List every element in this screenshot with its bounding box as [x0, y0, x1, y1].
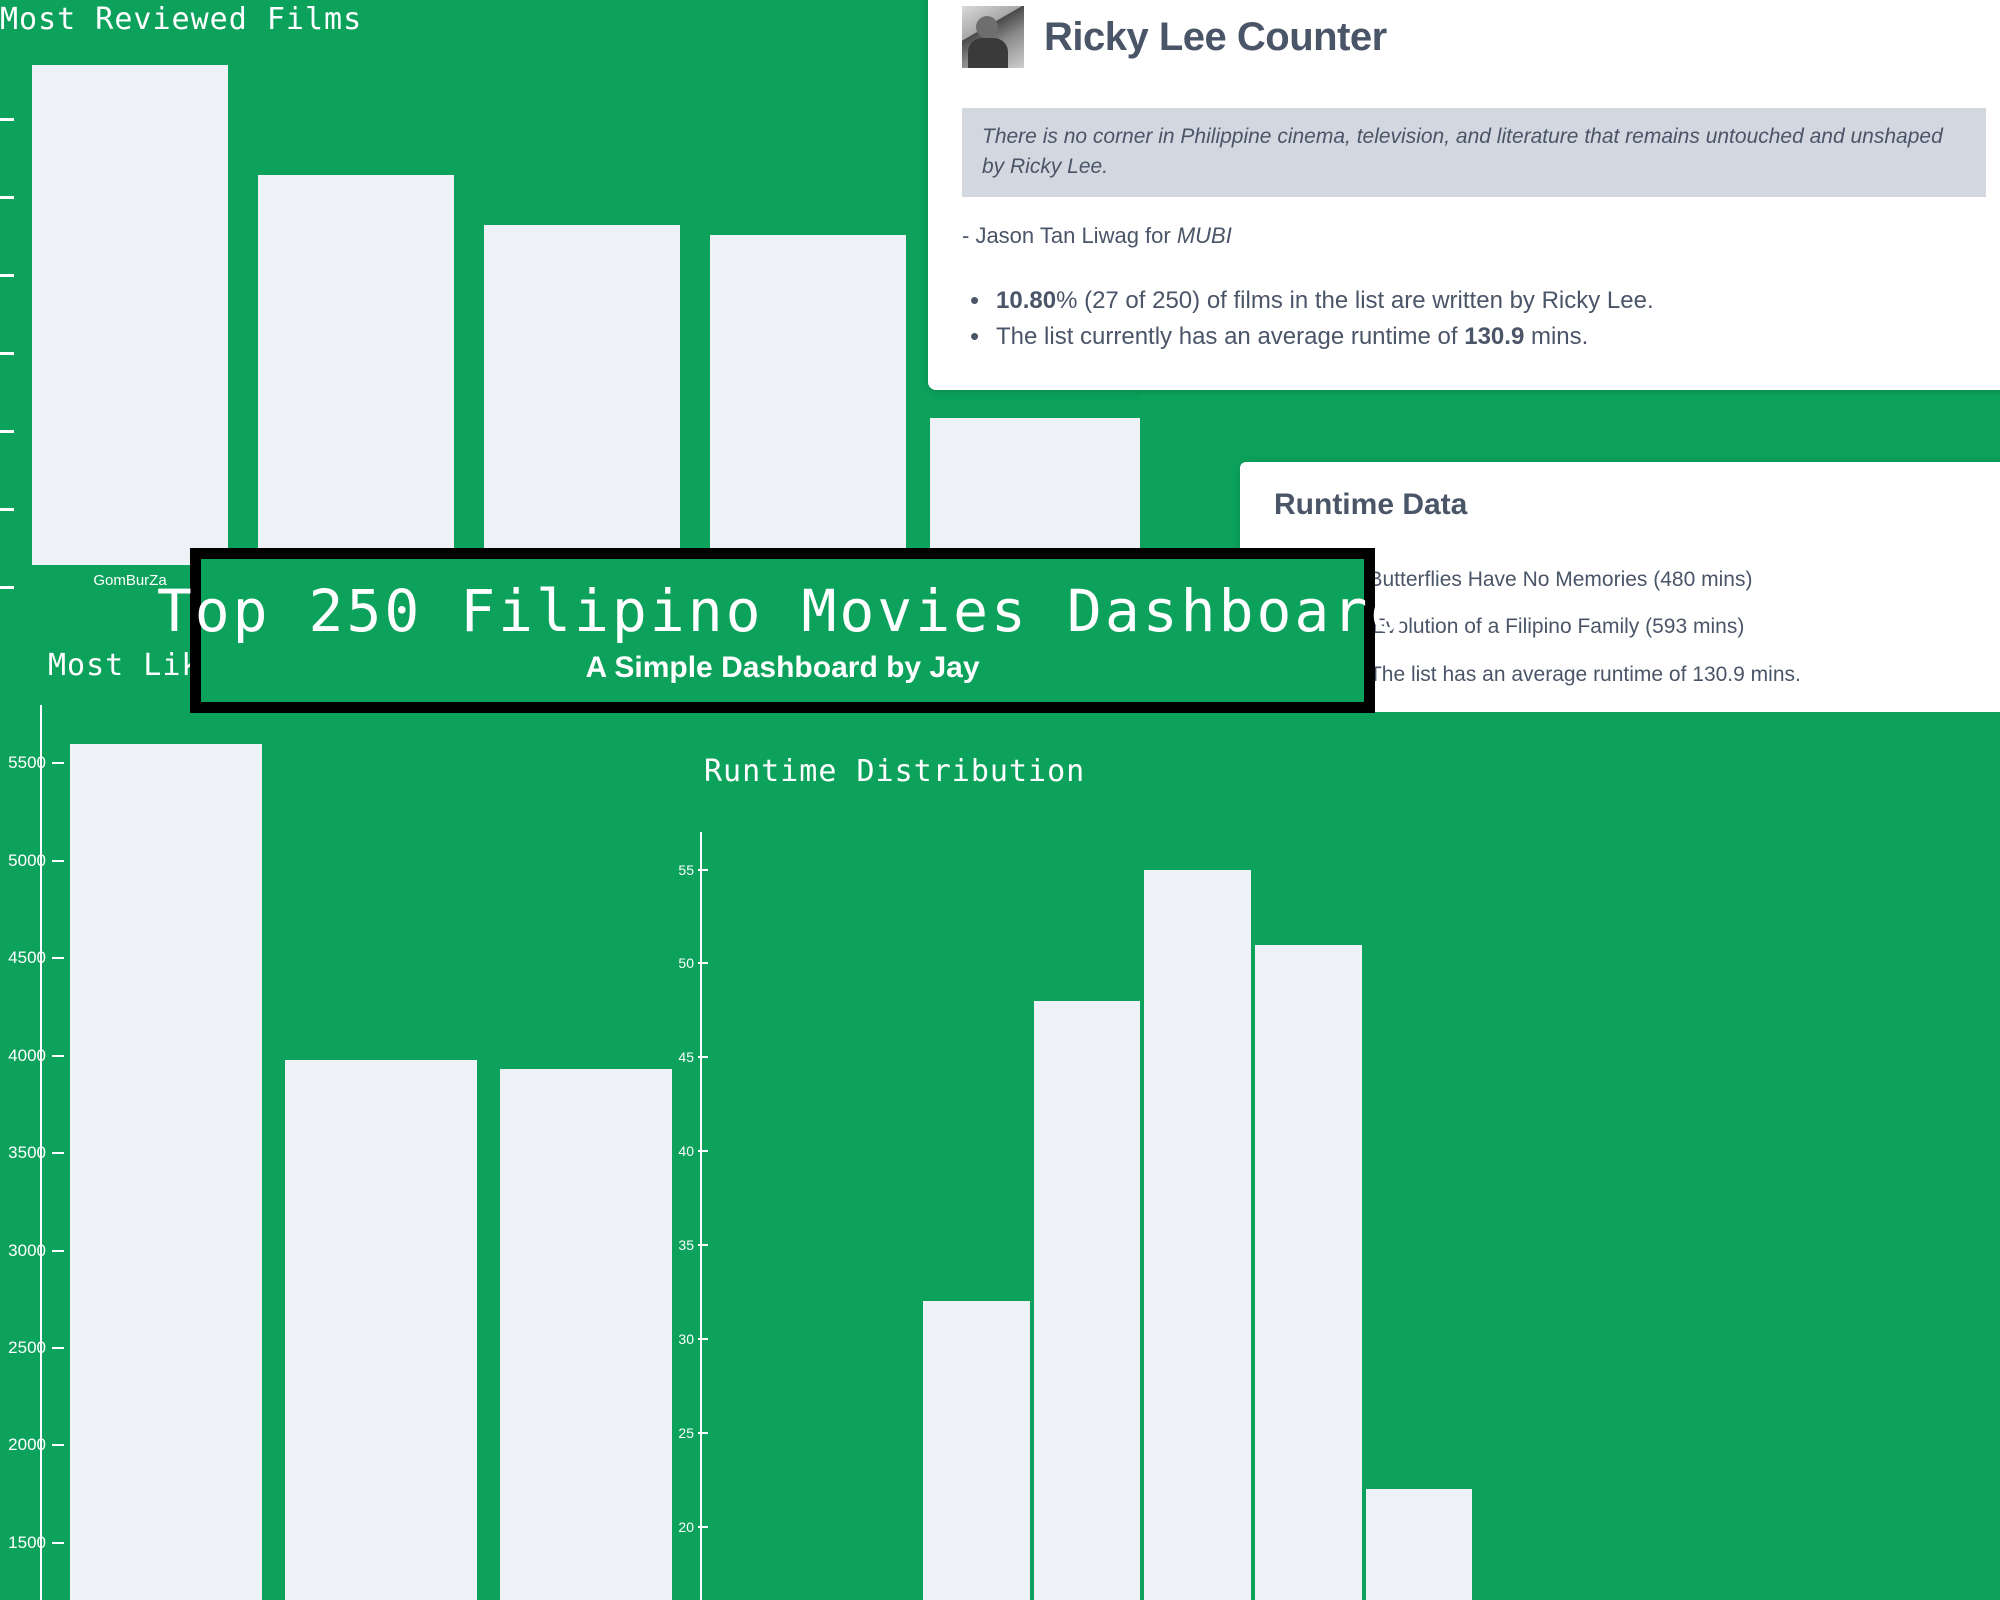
- bar: [484, 225, 680, 565]
- y-axis-line: [700, 832, 702, 1600]
- y-tick: [0, 274, 14, 277]
- runtime-item-2-value: The list has an average runtime of 130.9…: [1368, 662, 1801, 686]
- bar: [923, 1301, 1030, 1600]
- most-reviewed-overflow-bar: [930, 418, 1140, 566]
- y-axis-label: 55: [678, 861, 694, 878]
- ricky-lee-attribution: - Jason Tan Liwag for MUBI: [962, 223, 1986, 249]
- ricky-lee-bullet-list: 10.80% (27 of 250) of films in the list …: [962, 281, 1986, 356]
- y-axis-label: 4500: [8, 948, 46, 968]
- y-tick: [52, 1444, 64, 1447]
- runtime-distribution-plot-area: [700, 832, 1972, 1600]
- y-tick: [52, 957, 64, 960]
- y-tick: [0, 508, 14, 511]
- y-tick: [698, 1431, 708, 1434]
- bar: [258, 175, 454, 565]
- most-liked-plot-area: [40, 705, 672, 1600]
- y-tick: [698, 868, 708, 871]
- y-axis-label: 5000: [8, 850, 46, 870]
- y-tick: [52, 1152, 64, 1155]
- y-tick: [52, 1054, 64, 1057]
- bullet-1-text: % (27 of 250) of films in the list are w…: [1056, 286, 1654, 314]
- y-axis-label: 40: [678, 1143, 694, 1160]
- bullet-2-strong: 130.9: [1464, 322, 1525, 350]
- y-tick: [52, 762, 64, 765]
- y-axis-label: 30: [678, 1330, 694, 1347]
- attribution-prefix: - Jason Tan Liwag for: [962, 222, 1177, 248]
- y-axis-label: 25: [678, 1424, 694, 1441]
- bar: [500, 1069, 672, 1600]
- y-tick: [698, 1056, 708, 1059]
- bar: [1033, 1000, 1141, 1600]
- y-axis-label: 4000: [8, 1045, 46, 1065]
- bar: [710, 235, 906, 565]
- bar: [1255, 944, 1362, 1600]
- y-tick: [698, 1525, 708, 1528]
- portrait-photo-icon: [962, 6, 1024, 68]
- bullet-2-suffix: mins.: [1524, 322, 1589, 350]
- y-tick: [0, 586, 14, 589]
- y-tick: [698, 1243, 708, 1246]
- bar: [70, 743, 262, 1600]
- page-title: Top 250 Filipino Movies Dashboard: [156, 576, 1409, 645]
- bar: [285, 1059, 477, 1600]
- dashboard-root: Most Reviewed Films GomBurZa Ricky Lee C…: [0, 0, 2000, 1600]
- y-tick: [52, 1346, 64, 1349]
- bullet-1-strong: 10.80: [996, 286, 1057, 314]
- y-tick: [0, 118, 14, 121]
- most-reviewed-films-panel: Most Reviewed Films GomBurZa: [0, 0, 930, 600]
- y-axis-label: 35: [678, 1236, 694, 1253]
- y-tick: [52, 1541, 64, 1544]
- dashboard-title-plaque: Top 250 Filipino Movies Dashboard A Simp…: [157, 548, 1405, 713]
- y-axis-label: 3500: [8, 1143, 46, 1163]
- attribution-source: MUBI: [1176, 222, 1232, 248]
- runtime-data-title: Runtime Data: [1274, 488, 1468, 521]
- bar: [32, 65, 228, 565]
- list-item: Average: The list has an average runtime…: [1274, 651, 2000, 698]
- most-liked-films-panel: Most Liked Films 05001000150020002500300…: [0, 600, 672, 1600]
- bar: [1365, 1489, 1473, 1600]
- y-axis-label: 2000: [8, 1435, 46, 1455]
- y-axis-label: 50: [678, 955, 694, 972]
- y-axis-label: 20: [678, 1518, 694, 1535]
- y-axis-label: 45: [678, 1049, 694, 1066]
- y-axis-label: 3000: [8, 1240, 46, 1260]
- most-reviewed-chart-title: Most Reviewed Films: [0, 2, 363, 37]
- runtime-distribution-chart-title: Runtime Distribution: [704, 754, 1086, 789]
- y-tick: [52, 1249, 64, 1252]
- ricky-lee-counter-card: Ricky Lee Counter There is no corner in …: [928, 0, 2000, 390]
- y-tick: [0, 430, 14, 433]
- y-tick: [0, 352, 14, 355]
- ricky-lee-card-title: Ricky Lee Counter: [1044, 14, 1387, 59]
- bar: [1144, 869, 1252, 1600]
- ricky-lee-header: Ricky Lee Counter: [962, 6, 1986, 68]
- y-axis-label: 2500: [8, 1337, 46, 1357]
- y-tick: [698, 962, 708, 965]
- ricky-lee-quote: There is no corner in Philippine cinema,…: [962, 108, 1986, 197]
- y-axis-label: 1500: [8, 1532, 46, 1552]
- green-divider-stripe: [1140, 395, 2000, 419]
- runtime-item-1-value: Evolution of a Filipino Family (593 mins…: [1372, 615, 1745, 639]
- most-reviewed-plot-area: [0, 40, 930, 589]
- y-tick: [0, 196, 14, 199]
- y-tick: [52, 859, 64, 862]
- list-item: The list currently has an average runtim…: [962, 317, 1986, 356]
- y-tick: [698, 1337, 708, 1340]
- page-subtitle: A Simple Dashboard by Jay: [585, 650, 980, 684]
- list-item: 10.80% (27 of 250) of films in the list …: [962, 281, 1986, 320]
- runtime-item-0-value: Butterflies Have No Memories (480 mins): [1368, 568, 1753, 591]
- runtime-distribution-panel: Runtime Distribution 0510152025303540455…: [672, 712, 2000, 1600]
- y-tick: [698, 1150, 708, 1153]
- y-axis-label: 5500: [8, 753, 46, 773]
- bullet-2-prefix: The list currently has an average runtim…: [996, 322, 1465, 350]
